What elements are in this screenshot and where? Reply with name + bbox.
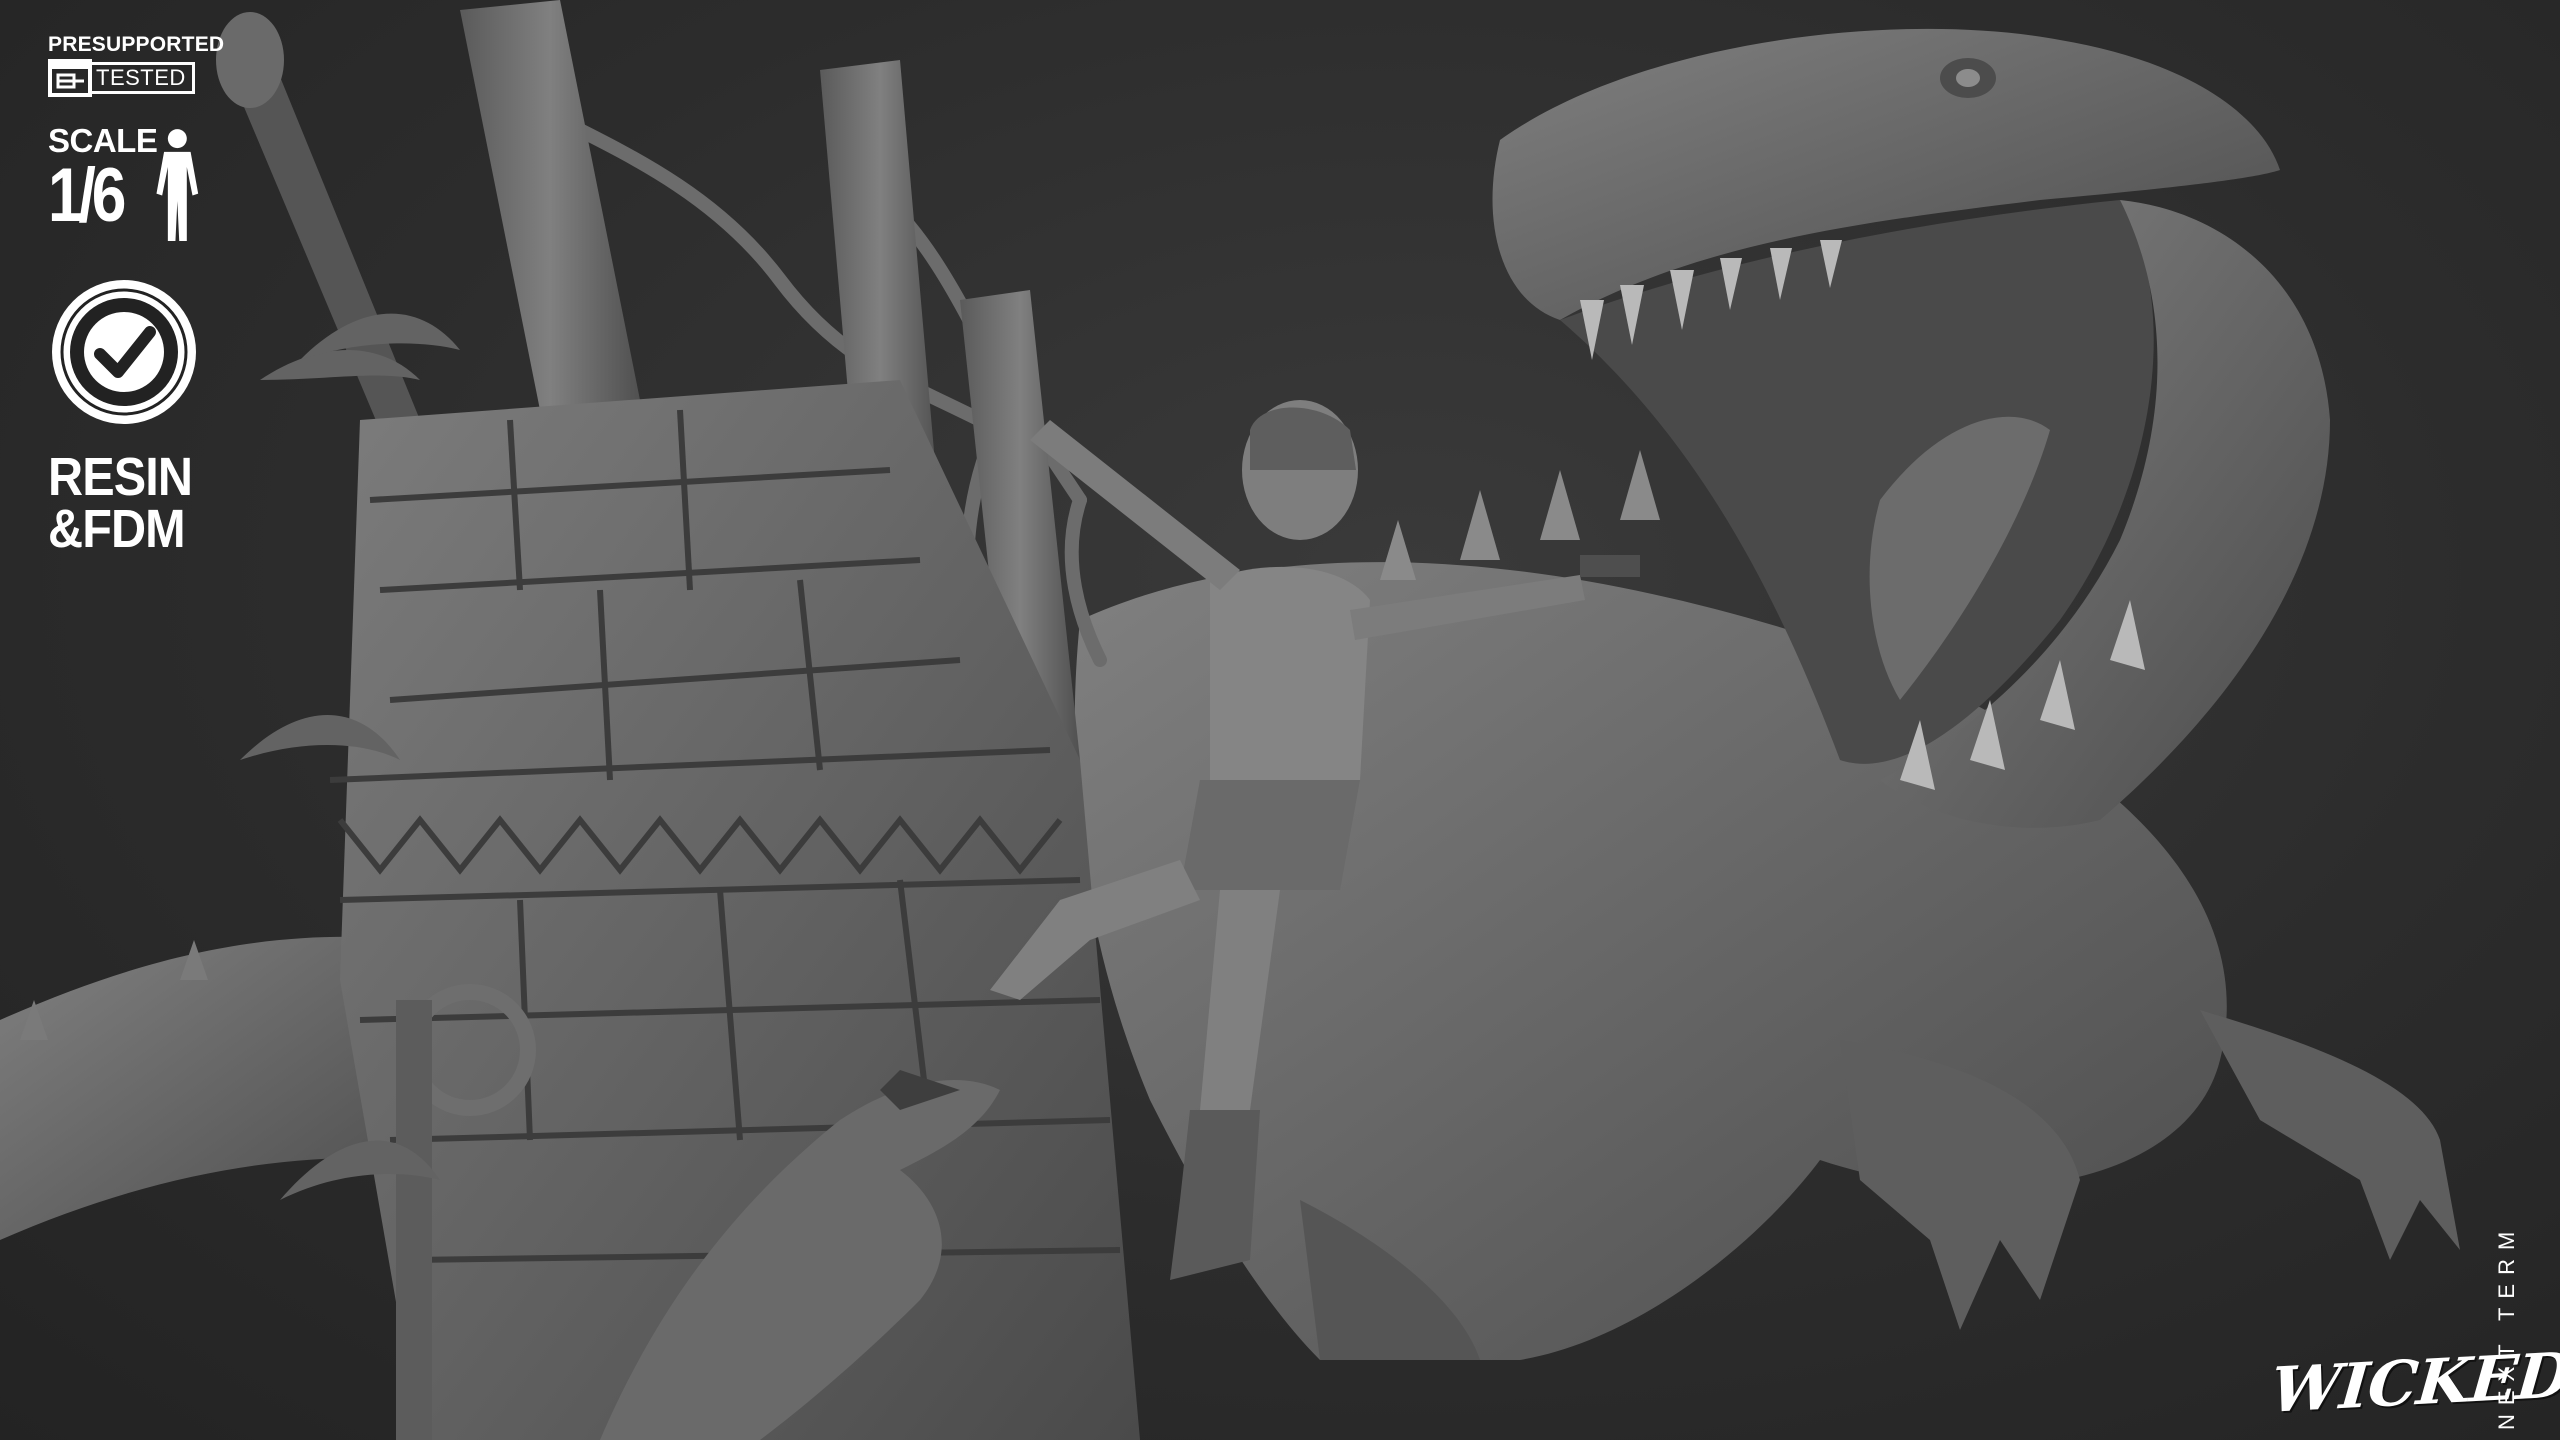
presupported-tested-badge: TESTED	[48, 58, 208, 98]
hero-scene: PRESUPPORTED TESTED SCALE 1/6 RESIN &FDM…	[0, 0, 2560, 1440]
printer-icon	[48, 59, 92, 97]
material-label: RESIN &FDM	[48, 447, 193, 559]
scale-value: 1/6	[48, 153, 126, 238]
scale-badge: SCALE 1/6	[48, 124, 208, 254]
material-fdm: &FDM	[48, 499, 186, 559]
brand-tagline: NEXT TERM	[2494, 1222, 2519, 1430]
material-resin: RESIN	[48, 447, 193, 507]
feature-badges: PRESUPPORTED TESTED SCALE 1/6 RESIN &FDM	[48, 33, 225, 559]
human-figure-icon	[156, 129, 199, 241]
tested-label: TESTED	[92, 62, 195, 94]
sculpture-render	[0, 0, 2460, 1440]
presupported-label: PRESUPPORTED	[48, 33, 225, 56]
miniatures-certified-badge-icon	[52, 280, 196, 424]
